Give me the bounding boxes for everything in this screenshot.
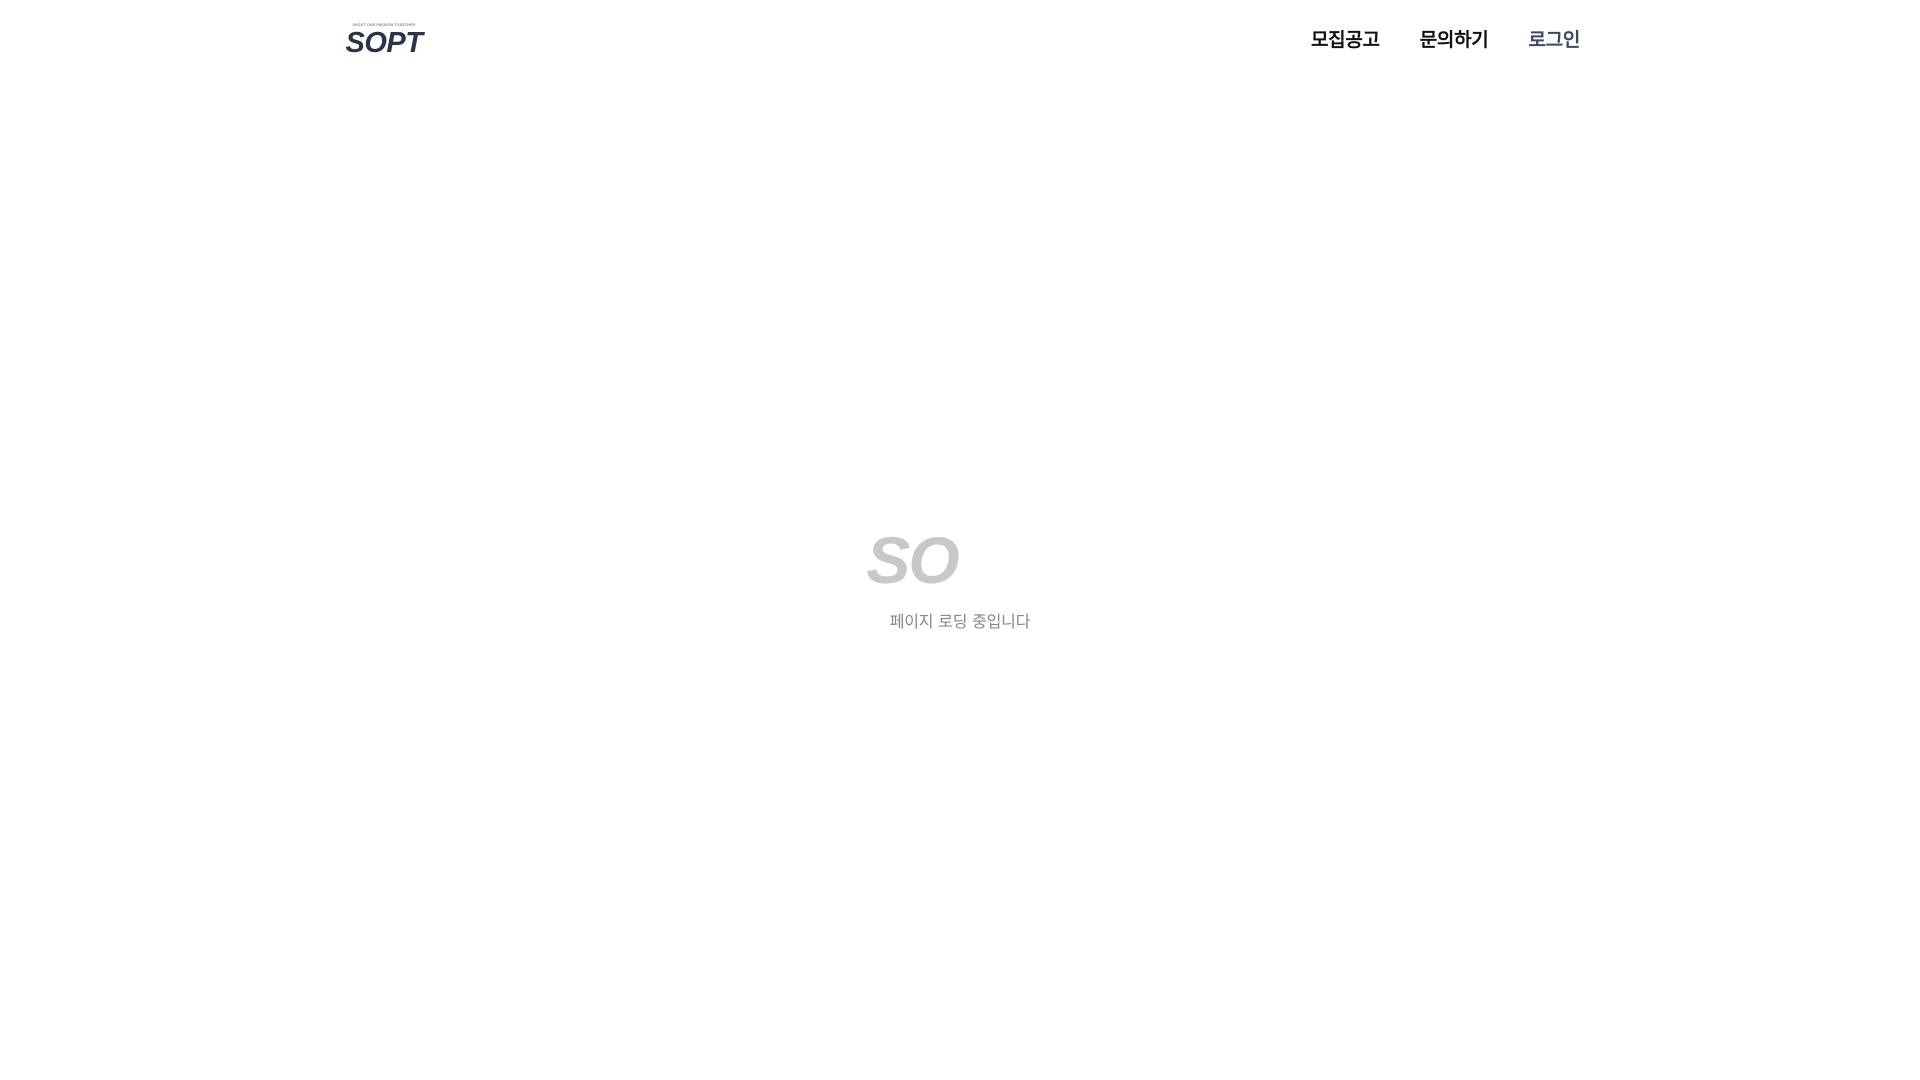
nav-login[interactable]: 로그인 xyxy=(1528,25,1580,52)
page: SHOUT OUR PASSION TOGETHER SOPT 모집공고 문의하… xyxy=(0,0,1920,1080)
loading-message: 페이지 로딩 중입니다 xyxy=(889,612,1031,631)
loading-logo-icon: SO xyxy=(866,530,960,586)
loading-logo-letters: SO xyxy=(866,530,959,586)
main-nav: 모집공고 문의하기 로그인 xyxy=(1311,25,1580,52)
sopt-logo[interactable]: SHOUT OUR PASSION TOGETHER SOPT xyxy=(340,21,428,59)
nav-recruitment-notice[interactable]: 모집공고 xyxy=(1311,25,1380,52)
nav-contact[interactable]: 문의하기 xyxy=(1420,25,1489,52)
logo-wordmark: SOPT xyxy=(346,27,426,55)
sopt-logo-icon: SHOUT OUR PASSION TOGETHER SOPT xyxy=(346,23,426,59)
site-header: SHOUT OUR PASSION TOGETHER SOPT 모집공고 문의하… xyxy=(340,0,1581,76)
loading-indicator: SO 페이지 로딩 중입니다 xyxy=(0,530,1920,632)
